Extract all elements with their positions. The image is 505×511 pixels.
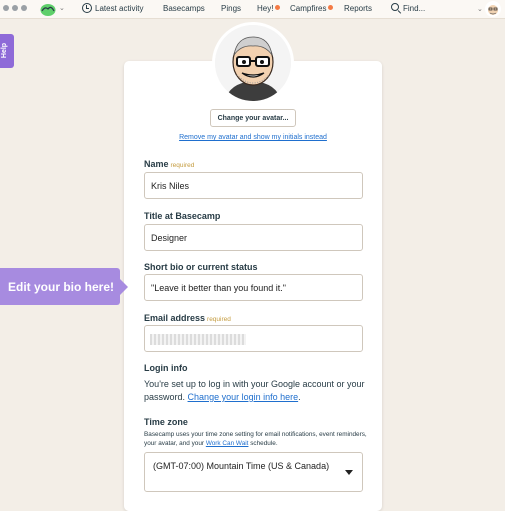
name-field[interactable]: Kris Niles	[144, 172, 363, 199]
nav-latest-activity[interactable]: Latest activity	[95, 4, 143, 13]
my-avatar[interactable]	[485, 1, 501, 17]
nav-basecamps[interactable]: Basecamps	[163, 4, 205, 13]
nav-campfires-label: Campfires	[290, 4, 327, 13]
required-tag: required	[207, 316, 231, 323]
basecamp-logo-icon[interactable]	[40, 2, 56, 16]
nav-hey[interactable]: Hey!	[257, 4, 281, 13]
logo-dropdown-chevron-icon[interactable]: ⌄	[59, 4, 65, 12]
profile-avatar	[215, 25, 291, 101]
notification-dot-icon	[275, 5, 281, 10]
nav-hey-label: Hey!	[257, 4, 274, 13]
nav-campfires[interactable]: Campfires	[290, 4, 334, 13]
window-controls	[3, 5, 27, 11]
redacted-email	[150, 334, 246, 345]
timezone-select[interactable]: (GMT-07:00) Mountain Time (US & Canada)	[144, 452, 363, 492]
work-can-wait-link[interactable]: Work Can Wait	[206, 440, 249, 447]
required-tag: required	[170, 162, 195, 169]
top-navigation: ⌄ Latest activity Basecamps Pings Hey! C…	[0, 0, 505, 19]
title-label: Title at Basecamp	[144, 211, 221, 221]
bio-field[interactable]: "Leave it better than you found it."	[144, 274, 363, 301]
callout-arrow	[120, 279, 128, 295]
notification-dot-icon	[328, 5, 334, 10]
zoom-window-icon[interactable]	[21, 5, 27, 11]
timezone-help-end: schedule.	[250, 440, 278, 447]
change-avatar-button[interactable]: Change your avatar...	[210, 109, 296, 127]
help-tab[interactable]: Help	[0, 34, 14, 68]
timezone-help: Basecamp uses your time zone setting for…	[144, 430, 372, 448]
title-field[interactable]: Designer	[144, 224, 363, 251]
remove-avatar-link[interactable]: Remove my avatar and show my initials in…	[120, 134, 386, 141]
change-login-link[interactable]: Change your login info here	[188, 392, 299, 402]
nav-find[interactable]: Find...	[403, 4, 425, 13]
nav-reports[interactable]: Reports	[344, 4, 372, 13]
timezone-label: Time zone	[144, 417, 188, 427]
user-avatar-icon	[488, 5, 498, 15]
login-info-text: You're set up to log in with your Google…	[144, 379, 365, 402]
email-label-text: Email address	[144, 313, 206, 323]
close-window-icon[interactable]	[3, 5, 9, 11]
account-dropdown-chevron-icon[interactable]: ⌄	[477, 5, 483, 13]
email-label: Email address required	[144, 313, 231, 323]
help-tab-label: Help	[1, 42, 9, 59]
clock-icon	[82, 3, 92, 13]
name-label-text: Name	[144, 159, 169, 169]
nav-pings[interactable]: Pings	[221, 4, 241, 13]
name-label: Name required	[144, 159, 194, 169]
edit-bio-callout: Edit your bio here!	[0, 268, 120, 305]
dropdown-caret-icon	[345, 470, 353, 475]
login-info-label: Login info	[144, 363, 188, 373]
minimize-window-icon[interactable]	[12, 5, 18, 11]
user-caricature-icon	[215, 25, 291, 101]
search-icon[interactable]	[391, 3, 399, 11]
bio-label: Short bio or current status	[144, 262, 258, 272]
